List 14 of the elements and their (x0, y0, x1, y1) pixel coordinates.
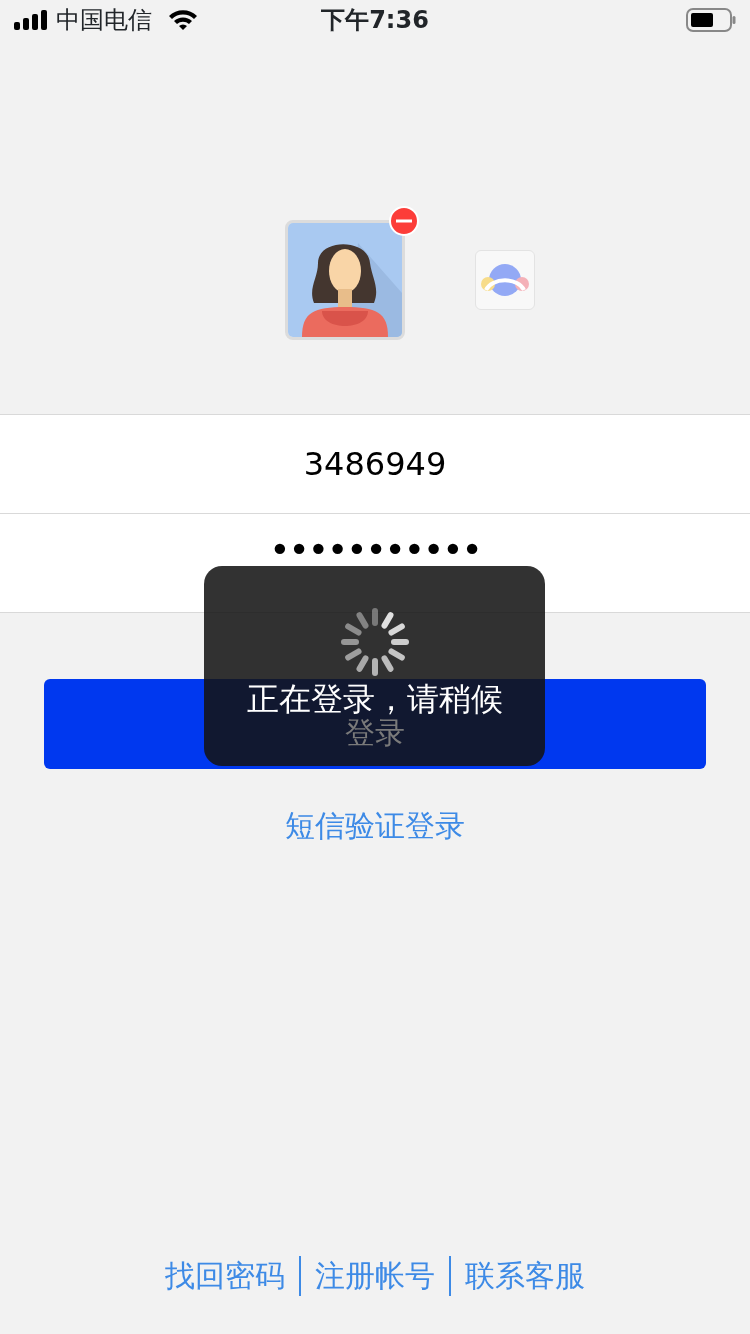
loading-spinner-icon (338, 606, 411, 678)
account-field[interactable]: 3486949 (0, 414, 750, 514)
carrier-name: 中国电信 (56, 5, 152, 36)
footer-link[interactable]: 找回密码 (151, 1256, 299, 1296)
wifi-icon (168, 9, 198, 31)
remove-icon[interactable] (389, 206, 419, 236)
clock-time: 下午7:36 (321, 5, 429, 36)
signal-icon (14, 10, 48, 30)
account-logo[interactable] (475, 250, 535, 310)
sms-login-link[interactable]: 短信验证登录 (285, 803, 465, 848)
loading-message: 正在登录，请稍候 (246, 682, 503, 716)
footer-link[interactable]: 注册帐号 (299, 1256, 449, 1296)
battery-icon (686, 8, 736, 32)
footer-link[interactable]: 联系客服 (449, 1256, 599, 1296)
